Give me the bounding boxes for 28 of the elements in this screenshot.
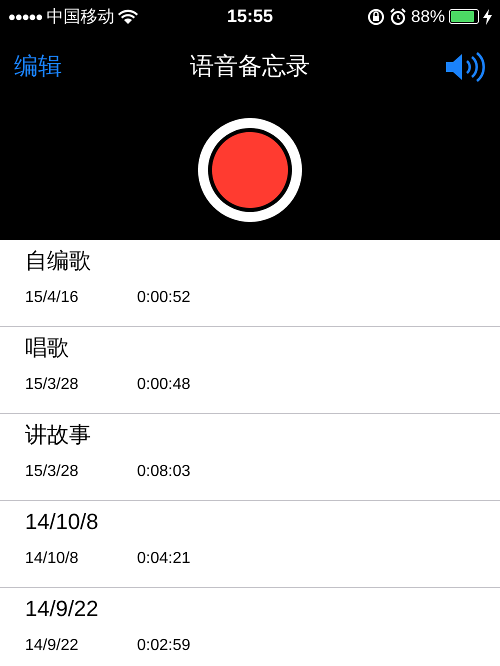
speaker-button[interactable] [444,50,486,82]
alarm-icon [388,8,407,26]
signal-strength: ●●●●● [8,8,42,26]
memo-duration: 0:00:52 [137,288,190,308]
status-time: 15:55 [226,5,274,28]
screen-title: 语音备忘录 [190,52,310,82]
carrier-name: 中国移动 [46,6,114,28]
memo-duration: 0:00:48 [137,375,190,395]
memo-date: 14/10/8 [25,549,80,569]
memo-title[interactable]: 唱歌 [25,333,500,363]
memo-title[interactable]: 自编歌 [25,246,500,276]
speaker-icon [444,50,486,82]
battery-icon [449,9,480,24]
wifi-icon [118,8,138,24]
memo-duration: 0:02:59 [137,636,190,656]
memo-duration: 0:04:21 [137,549,190,569]
battery-percent: 88% [410,6,446,28]
memo-title[interactable]: 讲故事 [25,420,500,450]
memo-title[interactable]: 14/9/22 [25,594,500,624]
memo-date: 15/4/16 [25,288,80,308]
rotation-lock-icon [366,8,385,26]
memo-title[interactable]: 14/10/8 [25,507,500,537]
charging-icon [483,8,492,24]
memo-duration: 0:08:03 [137,462,190,482]
memo-date: 14/9/22 [25,636,80,656]
memo-date: 15/3/28 [25,462,80,482]
memo-date: 15/3/28 [25,375,80,395]
edit-button[interactable]: 编辑 [14,48,62,84]
